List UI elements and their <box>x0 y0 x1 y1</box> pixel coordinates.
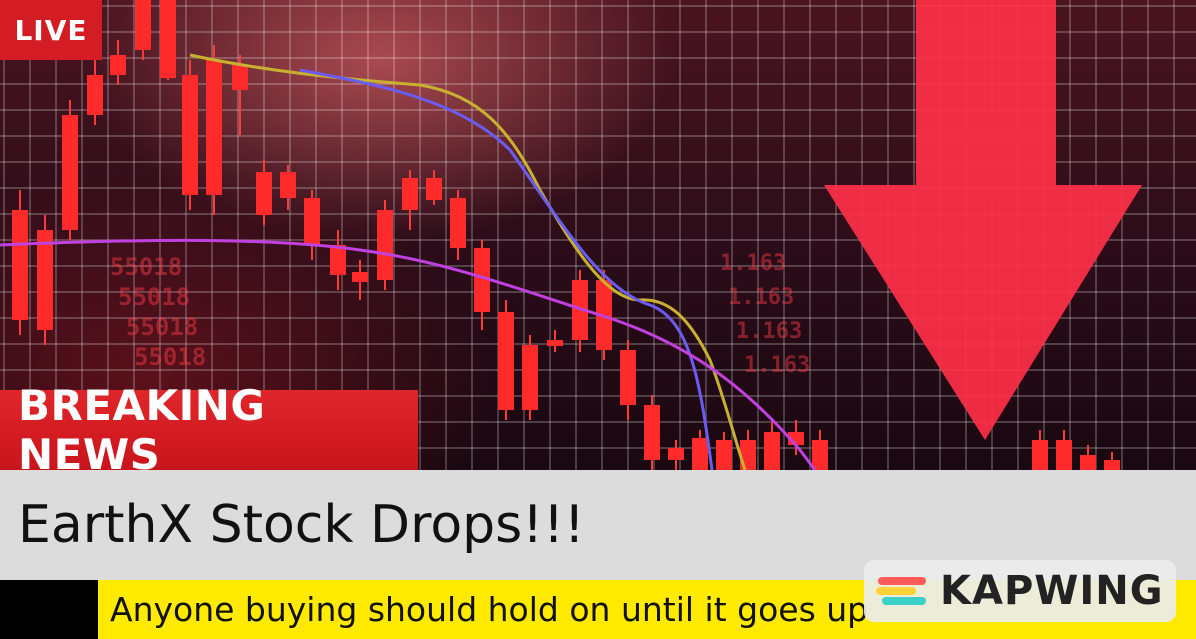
candle-body <box>1032 440 1048 470</box>
candle-body <box>620 350 636 405</box>
candle-body <box>498 312 514 410</box>
breaking-news-label: BREAKING NEWS <box>18 381 266 479</box>
candle-body <box>377 210 393 280</box>
ticker-text: Anyone buying should hold on until it go… <box>110 590 869 629</box>
candle-body <box>37 230 53 330</box>
candle-body <box>206 60 222 195</box>
kapwing-watermark: KAPWING <box>864 560 1176 622</box>
candle-body <box>160 0 176 78</box>
kapwing-logo-icon <box>876 571 932 611</box>
ghost-number: 55018 <box>118 283 190 311</box>
candle-body <box>280 172 296 198</box>
ghost-number: 55018 <box>126 313 198 341</box>
live-badge: LIVE <box>0 0 102 60</box>
candle-body <box>1056 440 1072 470</box>
candle-body <box>352 272 368 282</box>
ghost-number: 55018 <box>134 343 206 371</box>
kapwing-watermark-label: KAPWING <box>940 568 1164 614</box>
candle-body <box>668 448 684 460</box>
headline-text: EarthX Stock Drops!!! <box>18 495 585 555</box>
candle-body <box>12 210 28 320</box>
candle-body <box>182 75 198 195</box>
candle-body <box>450 198 466 248</box>
candle-body <box>547 340 563 346</box>
candle-body <box>62 115 78 230</box>
candle-body <box>1104 460 1120 470</box>
candle-body <box>330 245 346 275</box>
ghost-number: 1.163 <box>728 285 794 310</box>
ghost-number: 1.163 <box>744 353 810 378</box>
live-badge-label: LIVE <box>14 13 88 47</box>
candle-body <box>135 0 151 50</box>
candle-body <box>232 65 248 90</box>
ghost-number: 55018 <box>110 253 182 281</box>
ghost-number: 1.163 <box>720 251 786 276</box>
candle-body <box>402 178 418 210</box>
candle-body <box>716 440 732 470</box>
candle-body <box>1080 455 1096 470</box>
ghost-number: 1.163 <box>736 319 802 344</box>
candle-body <box>764 432 780 470</box>
ticker-left-block <box>0 580 98 639</box>
candle-body <box>522 345 538 410</box>
candle-body <box>692 438 708 470</box>
candle-body <box>644 405 660 460</box>
down-arrow <box>824 0 1142 440</box>
candle-body <box>304 198 320 245</box>
candle-body <box>110 55 126 75</box>
news-frame: 55018 55018 55018 55018 1.163 1.163 1.163 1.163… <box>0 0 1196 639</box>
breaking-news-banner: BREAKING NEWS <box>0 381 418 479</box>
candle-body <box>812 440 828 470</box>
candle-body <box>426 178 442 200</box>
candle-body <box>256 172 272 215</box>
candle-body <box>87 75 103 115</box>
